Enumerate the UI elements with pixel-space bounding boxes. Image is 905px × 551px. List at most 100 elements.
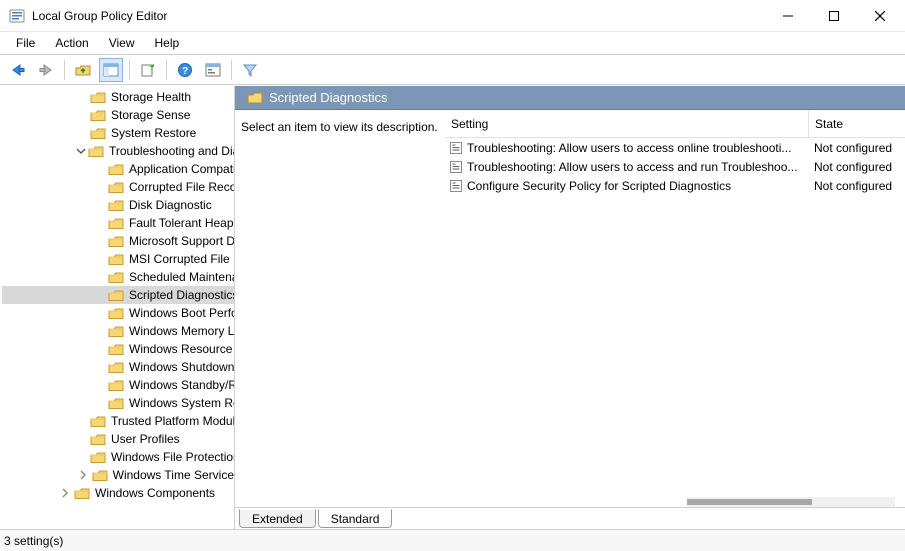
tree-item[interactable]: Windows Shutdown Performance Diagnostics [2,358,234,376]
folder-icon [108,163,124,176]
tree-item-label: System Restore [108,126,196,140]
folder-icon [90,109,106,122]
folder-icon [90,433,106,446]
setting-icon [449,179,463,193]
setting-icon [449,160,463,174]
tree-item[interactable]: Windows File Protection [2,448,234,466]
titlebar: Local Group Policy Editor [0,0,905,32]
tree-item[interactable]: Scripted Diagnostics [2,286,234,304]
toolbar-separator [231,60,232,80]
column-state[interactable]: State [808,110,905,137]
setting-state: Not configured [808,160,905,174]
maximize-button[interactable] [811,0,857,32]
folder-icon [108,397,124,410]
menubar: File Action View Help [0,32,905,55]
tree-item[interactable]: Troubleshooting and Diagnostics [2,142,234,160]
tree-item-label: Fault Tolerant Heap [126,216,234,230]
tree-item-label: Corrupted File Recovery [126,180,235,194]
horizontal-scrollbar[interactable] [687,497,895,507]
tree-item[interactable]: Scheduled Maintenance [2,268,234,286]
folder-icon [108,289,124,302]
export-button[interactable] [136,58,160,82]
setting-row[interactable]: Configure Security Policy for Scripted D… [445,176,905,195]
tree-item-label: Windows Standby/Resume Performance Diagn… [126,378,235,392]
tree-item-label: Windows System Responsiveness Diagnostic… [126,396,235,410]
setting-name: Troubleshooting: Allow users to access o… [467,141,791,155]
statusbar: 3 setting(s) [0,529,905,551]
filter-button[interactable] [238,58,262,82]
tree-item-label: Application Compatibility Diagnostics [126,162,235,176]
expander-icon[interactable] [76,468,90,482]
menu-file[interactable]: File [8,34,43,52]
setting-state: Not configured [808,141,905,155]
tree-item-label: Windows Memory Leak Diagnosis [126,324,235,338]
tree-item[interactable]: Storage Sense [2,106,234,124]
menu-help[interactable]: Help [147,34,188,52]
folder-icon [108,343,124,356]
tree-item-label: Windows File Protection [108,450,235,464]
folder-icon [108,253,124,266]
details-header: Scripted Diagnostics [235,86,905,110]
tree-item[interactable]: Microsoft Support Diagnostic Tool [2,232,234,250]
menu-view[interactable]: View [101,34,143,52]
setting-row[interactable]: Troubleshooting: Allow users to access a… [445,157,905,176]
tree-item[interactable]: User Profiles [2,430,234,448]
svg-text:?: ? [182,66,188,77]
minimize-button[interactable] [765,0,811,32]
tab-extended[interactable]: Extended [239,509,316,528]
detail-area: Select an item to view its description. … [235,110,905,507]
tab-standard[interactable]: Standard [318,509,393,528]
tree-item[interactable]: Corrupted File Recovery [2,178,234,196]
folder-icon [108,379,124,392]
folder-icon [108,271,124,284]
toolbar: ? [0,55,905,85]
tree-item-label: Windows Resource Exhaustion Detection [126,342,235,356]
folder-icon [108,181,124,194]
tree-item-label: Storage Sense [108,108,190,122]
tree-item[interactable]: MSI Corrupted File Recovery [2,250,234,268]
tree-item-label: Windows Components [92,486,215,500]
expander-icon[interactable] [76,144,86,158]
status-text: 3 setting(s) [4,534,63,548]
up-folder-button[interactable] [71,58,95,82]
tree-item[interactable]: Trusted Platform Module Services [2,412,234,430]
tree-item[interactable]: Windows Resource Exhaustion Detection [2,340,234,358]
close-button[interactable] [857,0,903,32]
tree-item[interactable]: Windows System Responsiveness Diagnostic… [2,394,234,412]
menu-action[interactable]: Action [47,34,96,52]
setting-name: Configure Security Policy for Scripted D… [467,179,731,193]
tree-item[interactable]: Application Compatibility Diagnostics [2,160,234,178]
expander-icon[interactable] [58,486,72,500]
folder-icon [90,451,106,464]
setting-row[interactable]: Troubleshooting: Allow users to access o… [445,138,905,157]
properties-button[interactable] [201,58,225,82]
window-title: Local Group Policy Editor [32,9,167,23]
setting-icon [449,141,463,155]
tree-item[interactable]: Windows Standby/Resume Performance Diagn… [2,376,234,394]
tree-item[interactable]: Fault Tolerant Heap [2,214,234,232]
settings-list: Troubleshooting: Allow users to access o… [445,138,905,195]
tree-item[interactable]: System Restore [2,124,234,142]
setting-name: Troubleshooting: Allow users to access a… [467,160,797,174]
tree-item-label: User Profiles [108,432,180,446]
show-tree-button[interactable] [99,58,123,82]
tabs-row: Extended Standard [235,507,905,529]
help-button[interactable]: ? [173,58,197,82]
tree-item[interactable]: Disk Diagnostic [2,196,234,214]
settings-pane: Setting State Troubleshooting: Allow use… [445,110,905,507]
tree-item[interactable]: Windows Memory Leak Diagnosis [2,322,234,340]
forward-button[interactable] [34,58,58,82]
tree-pane[interactable]: Storage Health Storage Sense System Restor… [0,86,235,529]
tree-item[interactable]: Windows Time Service [2,466,234,484]
tree-item[interactable]: Windows Components [2,484,234,502]
content-area: Storage Health Storage Sense System Restor… [0,85,905,529]
toolbar-separator [166,60,167,80]
tree-item[interactable]: Windows Boot Performance Diagnostics [2,304,234,322]
back-button[interactable] [6,58,30,82]
tree-item-label: Troubleshooting and Diagnostics [106,144,235,158]
columns-header: Setting State [445,110,905,138]
app-icon [8,7,26,25]
folder-icon [74,487,90,500]
column-setting[interactable]: Setting [445,117,808,131]
tree-item[interactable]: Storage Health [2,88,234,106]
